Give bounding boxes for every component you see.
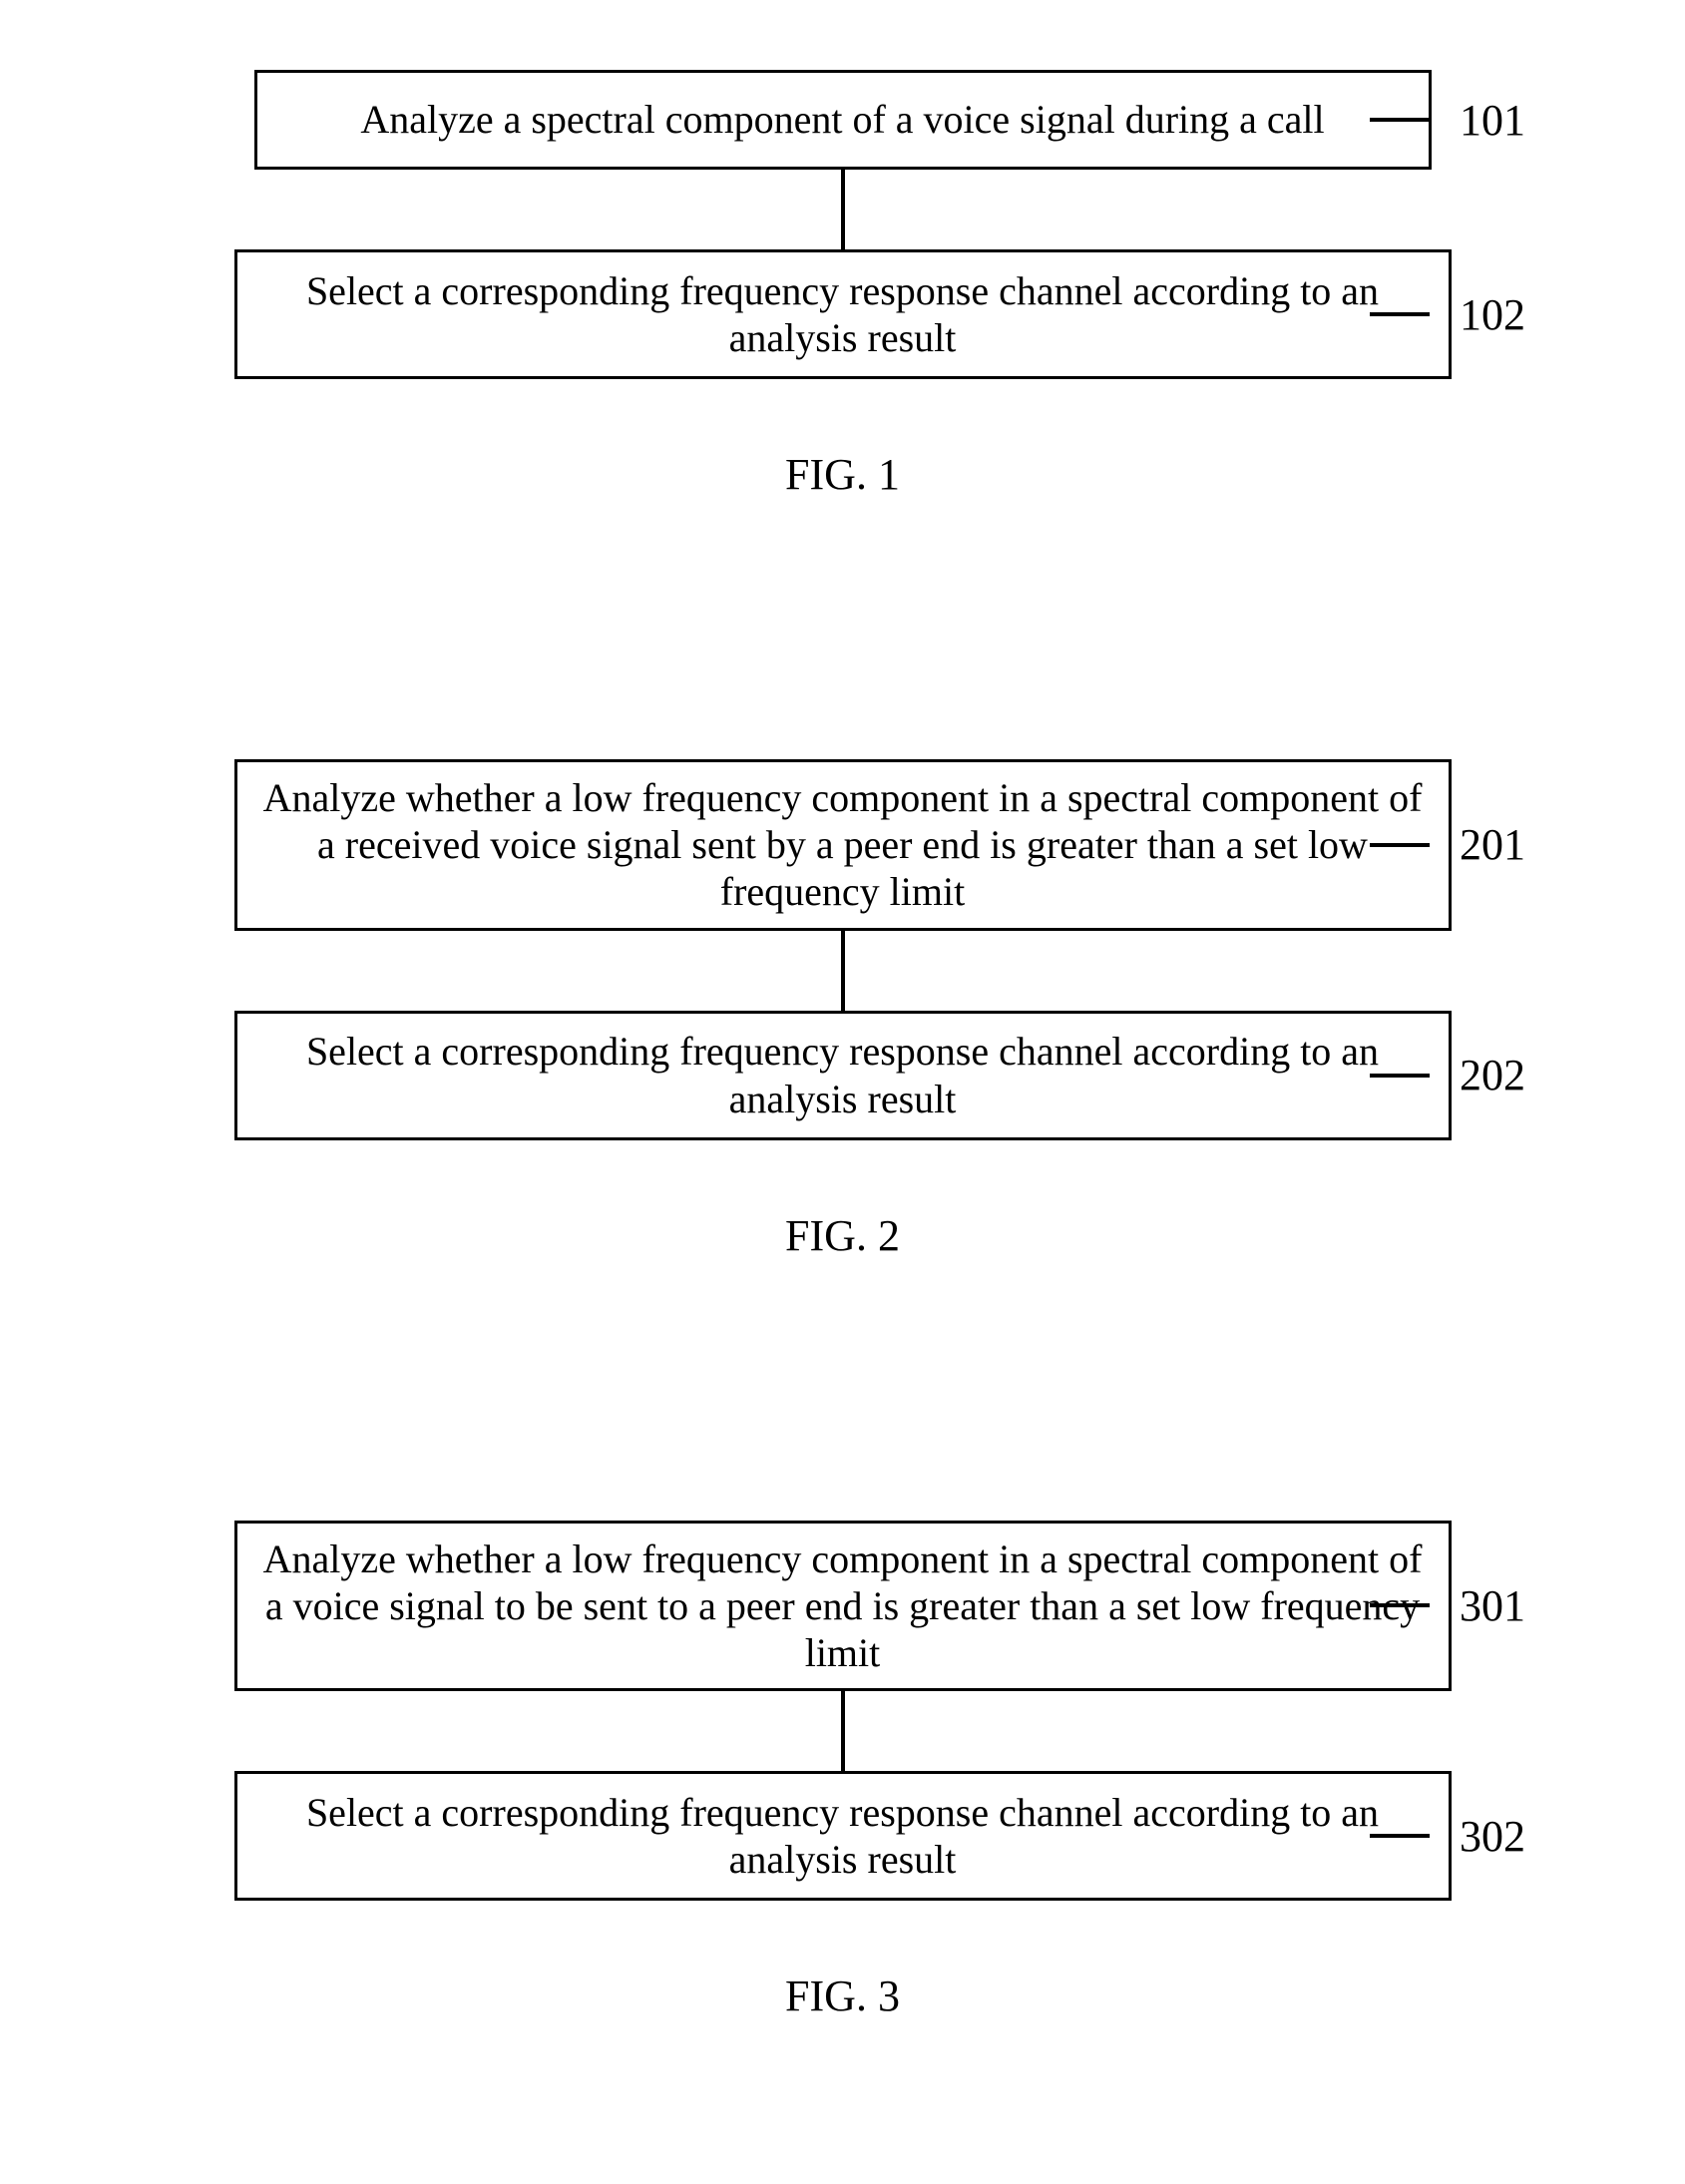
figure-1: Analyze a spectral component of a voice … bbox=[0, 70, 1685, 500]
step-text: Analyze a spectral component of a voice … bbox=[360, 96, 1324, 143]
label-group-201: 201 bbox=[1370, 819, 1525, 870]
step-label: 101 bbox=[1460, 95, 1525, 146]
step-box-301: Analyze whether a low frequency componen… bbox=[234, 1521, 1452, 1692]
connector-line bbox=[841, 931, 845, 1011]
step-text: Analyze whether a low frequency componen… bbox=[257, 774, 1429, 916]
flow-row: Analyze whether a low frequency componen… bbox=[0, 1521, 1685, 1692]
step-box-201: Analyze whether a low frequency componen… bbox=[234, 759, 1452, 931]
flow-row: Analyze a spectral component of a voice … bbox=[0, 70, 1685, 170]
figure-caption: FIG. 1 bbox=[785, 449, 900, 500]
label-tick bbox=[1370, 843, 1430, 847]
label-group-202: 202 bbox=[1370, 1050, 1525, 1100]
step-text: Select a corresponding frequency respons… bbox=[257, 1028, 1429, 1121]
label-tick bbox=[1370, 1834, 1430, 1838]
label-group-302: 302 bbox=[1370, 1811, 1525, 1862]
flow-row: Select a corresponding frequency respons… bbox=[0, 1771, 1685, 1901]
step-label: 301 bbox=[1460, 1580, 1525, 1631]
label-group-101: 101 bbox=[1370, 95, 1525, 146]
step-label: 202 bbox=[1460, 1050, 1525, 1100]
figure-3: Analyze whether a low frequency componen… bbox=[0, 1521, 1685, 2022]
step-box-202: Select a corresponding frequency respons… bbox=[234, 1011, 1452, 1140]
step-box-101: Analyze a spectral component of a voice … bbox=[254, 70, 1432, 170]
step-text: Analyze whether a low frequency componen… bbox=[257, 1535, 1429, 1677]
step-box-102: Select a corresponding frequency respons… bbox=[234, 249, 1452, 379]
figure-caption: FIG. 3 bbox=[785, 1970, 900, 2021]
connector-line bbox=[841, 170, 845, 249]
label-tick bbox=[1370, 1603, 1430, 1607]
figure-2: Analyze whether a low frequency componen… bbox=[0, 759, 1685, 1261]
label-tick bbox=[1370, 118, 1430, 122]
figure-caption: FIG. 2 bbox=[785, 1210, 900, 1261]
page: Analyze a spectral component of a voice … bbox=[0, 0, 1685, 2184]
flow-row: Select a corresponding frequency respons… bbox=[0, 249, 1685, 379]
flow-row: Analyze whether a low frequency componen… bbox=[0, 759, 1685, 931]
step-text: Select a corresponding frequency respons… bbox=[257, 1789, 1429, 1883]
step-label: 201 bbox=[1460, 819, 1525, 870]
label-tick bbox=[1370, 1074, 1430, 1078]
label-group-102: 102 bbox=[1370, 289, 1525, 340]
connector-line bbox=[841, 1691, 845, 1771]
step-label: 102 bbox=[1460, 289, 1525, 340]
label-tick bbox=[1370, 312, 1430, 316]
flow-row: Select a corresponding frequency respons… bbox=[0, 1011, 1685, 1140]
step-box-302: Select a corresponding frequency respons… bbox=[234, 1771, 1452, 1901]
step-text: Select a corresponding frequency respons… bbox=[257, 267, 1429, 361]
label-group-301: 301 bbox=[1370, 1580, 1525, 1631]
step-label: 302 bbox=[1460, 1811, 1525, 1862]
